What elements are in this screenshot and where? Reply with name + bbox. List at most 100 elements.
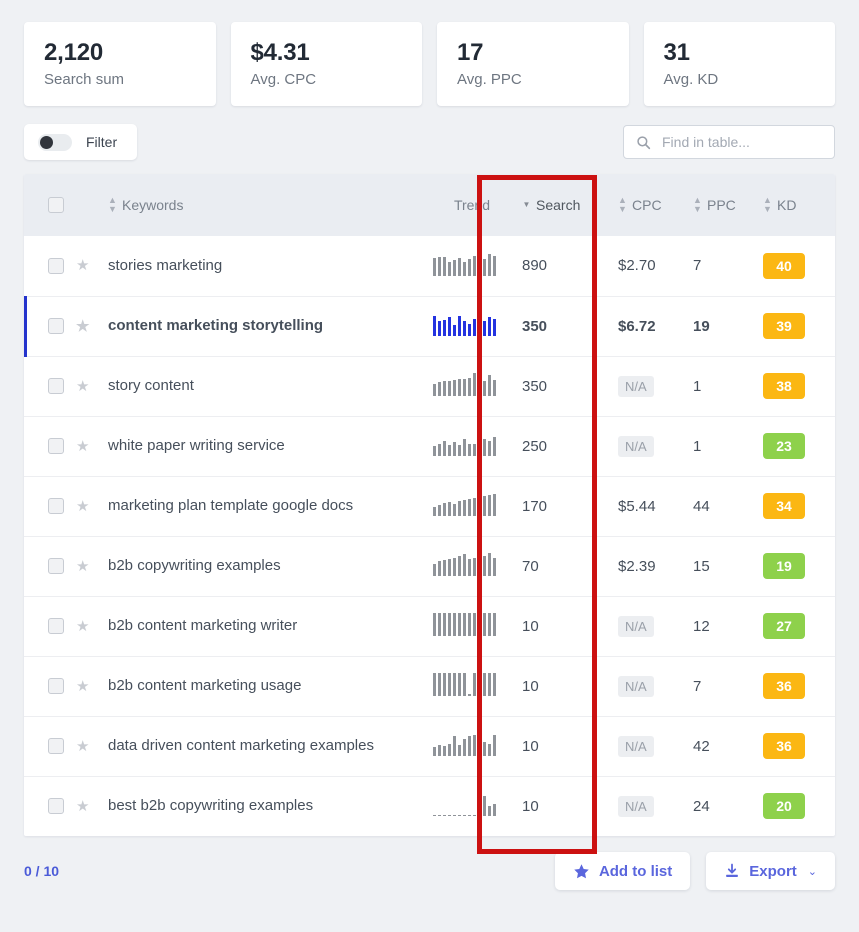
table-row[interactable]: ★best b2b copywriting examples10N/A2420	[24, 776, 835, 836]
search-volume-value: 10	[522, 798, 539, 815]
row-checkbox[interactable]	[48, 798, 64, 814]
search-volume-cell: 170	[498, 476, 618, 536]
search-volume-value: 170	[522, 498, 547, 515]
row-checkbox[interactable]	[48, 318, 64, 334]
keyword-label: data driven content marketing examples	[108, 737, 403, 755]
column-header-keywords[interactable]: ▲▼ Keywords	[108, 174, 403, 236]
keyword-cell[interactable]: best b2b copywriting examples	[108, 776, 403, 836]
kpi-label: Avg. CPC	[251, 72, 403, 89]
row-select-cell[interactable]	[24, 716, 76, 776]
row-select-cell[interactable]	[24, 236, 76, 296]
select-all-checkbox[interactable]	[48, 197, 64, 213]
table-row[interactable]: ★white paper writing service250N/A123	[24, 416, 835, 476]
keyword-cell[interactable]: b2b content marketing usage	[108, 656, 403, 716]
star-icon[interactable]: ★	[76, 258, 108, 273]
kd-badge: 36	[763, 733, 805, 759]
keyword-label: marketing plan template google docs	[108, 497, 403, 515]
select-all-header[interactable]	[24, 174, 76, 236]
star-icon[interactable]: ★	[76, 439, 108, 454]
row-checkbox[interactable]	[48, 378, 64, 394]
search-volume-cell: 350	[498, 296, 618, 356]
row-select-cell[interactable]	[24, 776, 76, 836]
star-icon[interactable]: ★	[76, 619, 108, 634]
search-volume-cell: 250	[498, 416, 618, 476]
cpc-na-badge: N/A	[618, 796, 654, 817]
row-select-cell[interactable]	[24, 356, 76, 416]
row-checkbox[interactable]	[48, 678, 64, 694]
trend-cell	[403, 236, 498, 296]
star-icon[interactable]: ★	[76, 379, 108, 394]
row-select-cell[interactable]	[24, 296, 76, 356]
kpi-value: $4.31	[251, 40, 403, 65]
favorite-cell[interactable]: ★	[76, 416, 108, 476]
favorite-cell[interactable]: ★	[76, 776, 108, 836]
table-row[interactable]: ★b2b copywriting examples70$2.391519	[24, 536, 835, 596]
export-button[interactable]: Export ⌄	[706, 852, 835, 890]
search-volume-cell: 70	[498, 536, 618, 596]
row-select-cell[interactable]	[24, 416, 76, 476]
favorite-cell[interactable]: ★	[76, 476, 108, 536]
column-header-ppc[interactable]: ▲▼ PPC	[693, 174, 763, 236]
keywords-table: ▲▼ Keywords Trend ▼ Search ▲▼ CP	[24, 174, 835, 836]
kd-badge: 39	[763, 313, 805, 339]
favorite-cell[interactable]: ★	[76, 236, 108, 296]
column-header-kd[interactable]: ▲▼ KD	[763, 174, 835, 236]
column-header-label: Keywords	[122, 197, 183, 213]
keyword-cell[interactable]: b2b content marketing writer	[108, 596, 403, 656]
selection-counter: 0 / 10	[24, 863, 59, 879]
star-icon[interactable]: ★	[76, 739, 108, 754]
keyword-cell[interactable]: data driven content marketing examples	[108, 716, 403, 776]
keyword-cell[interactable]: marketing plan template google docs	[108, 476, 403, 536]
table-row[interactable]: ★marketing plan template google docs170$…	[24, 476, 835, 536]
favorite-cell[interactable]: ★	[76, 536, 108, 596]
cpc-cell: N/A	[618, 656, 693, 716]
keyword-cell[interactable]: b2b copywriting examples	[108, 536, 403, 596]
row-checkbox[interactable]	[48, 438, 64, 454]
kd-cell: 36	[763, 656, 835, 716]
trend-cell	[403, 596, 498, 656]
column-header-search[interactable]: ▼ Search	[498, 174, 618, 236]
keyword-cell[interactable]: white paper writing service	[108, 416, 403, 476]
row-checkbox[interactable]	[48, 618, 64, 634]
table-row[interactable]: ★story content350N/A138	[24, 356, 835, 416]
chevron-down-icon[interactable]: ⌄	[808, 865, 817, 878]
row-checkbox[interactable]	[48, 738, 64, 754]
row-checkbox[interactable]	[48, 498, 64, 514]
row-checkbox[interactable]	[48, 258, 64, 274]
favorite-cell[interactable]: ★	[76, 596, 108, 656]
ppc-value: 44	[693, 498, 710, 515]
row-select-cell[interactable]	[24, 536, 76, 596]
star-icon[interactable]: ★	[76, 319, 108, 334]
row-checkbox[interactable]	[48, 558, 64, 574]
keyword-cell[interactable]: content marketing storytelling	[108, 296, 403, 356]
kd-cell: 39	[763, 296, 835, 356]
favorite-cell[interactable]: ★	[76, 356, 108, 416]
keyword-cell[interactable]: story content	[108, 356, 403, 416]
row-select-cell[interactable]	[24, 476, 76, 536]
row-select-cell[interactable]	[24, 596, 76, 656]
kpi-value: 31	[664, 40, 816, 65]
favorite-cell[interactable]: ★	[76, 656, 108, 716]
favorite-cell[interactable]: ★	[76, 716, 108, 776]
star-icon[interactable]: ★	[76, 679, 108, 694]
keyword-cell[interactable]: stories marketing	[108, 236, 403, 296]
toggle-switch-icon[interactable]	[38, 134, 72, 151]
table-row[interactable]: ★data driven content marketing examples1…	[24, 716, 835, 776]
favorite-cell[interactable]: ★	[76, 296, 108, 356]
find-in-table-box[interactable]	[623, 125, 835, 159]
row-select-cell[interactable]	[24, 656, 76, 716]
search-input[interactable]	[662, 134, 822, 150]
filter-toggle[interactable]: Filter	[24, 124, 137, 160]
trend-cell	[403, 536, 498, 596]
ppc-cell: 7	[693, 236, 763, 296]
column-header-cpc[interactable]: ▲▼ CPC	[618, 174, 693, 236]
table-row[interactable]: ★stories marketing890$2.70740	[24, 236, 835, 296]
trend-sparkline	[403, 490, 498, 522]
table-row[interactable]: ★b2b content marketing usage10N/A736	[24, 656, 835, 716]
add-to-list-button[interactable]: Add to list	[555, 852, 690, 890]
table-row[interactable]: ★content marketing storytelling350$6.721…	[24, 296, 835, 356]
star-icon[interactable]: ★	[76, 499, 108, 514]
table-row[interactable]: ★b2b content marketing writer10N/A1227	[24, 596, 835, 656]
star-icon[interactable]: ★	[76, 559, 108, 574]
star-icon[interactable]: ★	[76, 799, 108, 814]
